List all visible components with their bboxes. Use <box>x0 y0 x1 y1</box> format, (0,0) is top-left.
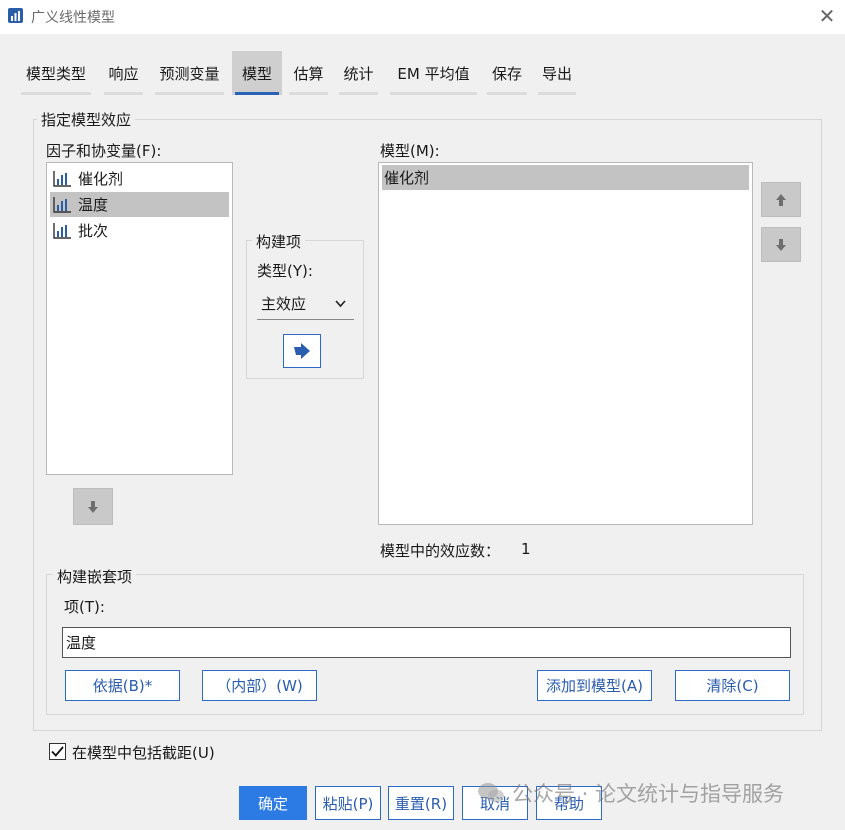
title-bar <box>0 0 845 34</box>
factors-label: 因子和协变量(F): <box>46 142 162 160</box>
tab-model[interactable]: 模型 <box>232 51 282 95</box>
watermark: 公众号 · 论文统计与指导服务 <box>476 778 784 808</box>
add-term-button[interactable] <box>283 334 321 368</box>
reset-button[interactable]: 重置(R) <box>388 786 454 820</box>
type-select[interactable]: 主效应 <box>257 288 354 320</box>
bar-chart-variable-icon <box>52 222 72 240</box>
factor-label: 批次 <box>78 222 109 240</box>
term-label: 项(T): <box>64 598 105 616</box>
chevron-down-icon <box>335 300 346 308</box>
list-item[interactable]: 温度 <box>50 192 229 217</box>
model-term-label: 催化剂 <box>384 169 430 187</box>
type-label: 类型(Y): <box>257 262 313 280</box>
window-title: 广义线性模型 <box>31 10 115 26</box>
tab-em-means[interactable]: EM 平均值 <box>387 51 480 95</box>
move-down-nested-button[interactable] <box>73 488 113 525</box>
ok-button[interactable]: 确定 <box>239 786 307 820</box>
term-field[interactable]: 温度 <box>62 627 791 658</box>
factor-label: 催化剂 <box>78 170 124 188</box>
nested-term-legend: 构建嵌套项 <box>53 566 137 587</box>
type-select-value: 主效应 <box>261 295 307 313</box>
effects-count-label: 模型中的效应数： <box>380 542 501 560</box>
app-icon <box>7 7 24 24</box>
term-field-value: 温度 <box>66 634 97 652</box>
move-up-button[interactable] <box>761 182 801 217</box>
factor-label: 温度 <box>78 196 109 214</box>
arrow-down-icon <box>776 238 786 251</box>
tab-predictors[interactable]: 预测变量 <box>152 51 227 95</box>
tab-model-type[interactable]: 模型类型 <box>18 51 94 95</box>
specify-effects-legend: 指定模型效应 <box>37 109 136 130</box>
list-item[interactable]: 催化剂 <box>382 165 749 190</box>
list-item[interactable]: 批次 <box>50 218 229 243</box>
paste-button[interactable]: 粘贴(P) <box>315 786 381 820</box>
tab-response[interactable]: 响应 <box>101 51 146 95</box>
move-down-button[interactable] <box>761 227 801 262</box>
wechat-icon <box>478 783 504 803</box>
close-icon[interactable]: ✕ <box>814 3 840 29</box>
clear-button[interactable]: 清除(C) <box>675 670 790 701</box>
bar-chart-variable-icon <box>52 170 72 188</box>
effects-count-value: 1 <box>521 540 531 558</box>
tab-estimation[interactable]: 估算 <box>286 51 331 95</box>
within-button[interactable]: （内部）(W) <box>202 670 317 701</box>
by-button[interactable]: 依据(B)* <box>65 670 180 701</box>
model-label: 模型(M): <box>380 142 440 160</box>
build-term-legend: 构建项 <box>252 231 306 252</box>
arrow-up-icon <box>776 193 786 206</box>
bar-chart-variable-icon <box>52 196 72 214</box>
add-to-model-button[interactable]: 添加到模型(A) <box>537 670 652 701</box>
arrow-down-icon <box>88 500 98 513</box>
watermark-text: 公众号 · 论文统计与指导服务 <box>512 782 785 806</box>
tab-export[interactable]: 导出 <box>535 51 579 95</box>
include-intercept-checkbox[interactable] <box>49 743 66 760</box>
tab-statistics[interactable]: 统计 <box>336 51 381 95</box>
arrow-right-icon <box>294 343 310 359</box>
include-intercept-label: 在模型中包括截距(U) <box>72 744 215 762</box>
checkmark-icon <box>51 746 64 757</box>
model-list[interactable]: 催化剂 <box>378 162 753 525</box>
list-item[interactable]: 催化剂 <box>50 166 229 191</box>
tab-save[interactable]: 保存 <box>484 51 530 95</box>
factors-list[interactable]: 催化剂 温度 批次 <box>46 162 233 475</box>
